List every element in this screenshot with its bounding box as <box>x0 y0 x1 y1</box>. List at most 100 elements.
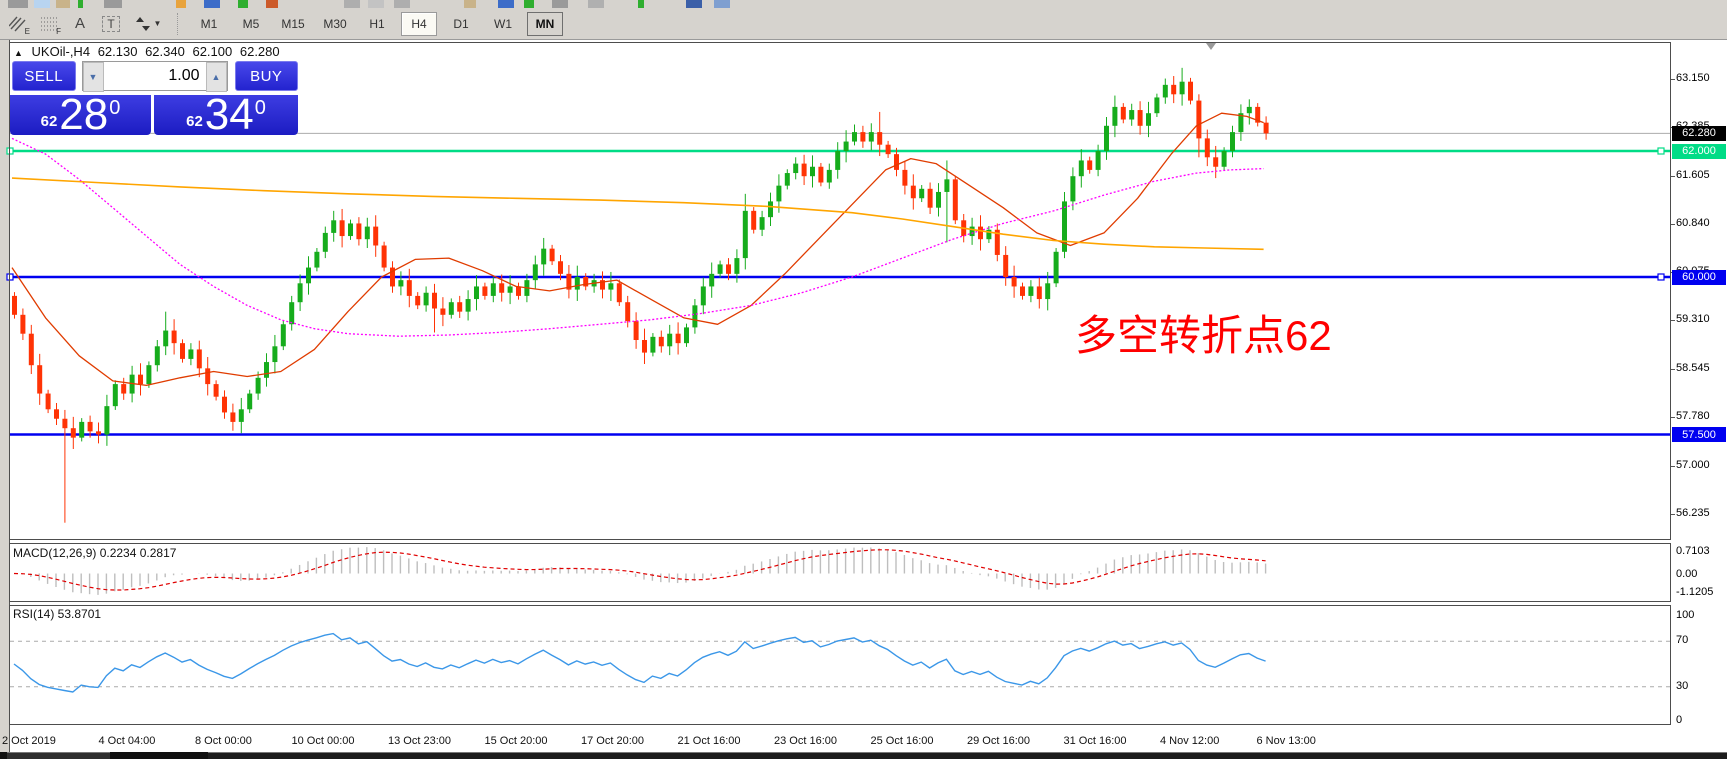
price-axis-tick <box>1671 224 1675 226</box>
sell-price-prefix: 62 <box>40 113 58 130</box>
sell-button[interactable]: SELL <box>12 61 76 91</box>
clipped-icon-fragment <box>204 0 220 8</box>
timeframe-button-mn[interactable]: MN <box>527 11 563 36</box>
time-axis-label: 15 Oct 20:00 <box>484 735 548 747</box>
price-axis-label: 61.605 <box>1676 168 1710 181</box>
time-axis-label: 21 Oct 16:00 <box>677 735 741 747</box>
macd-axis-label: -1.1205 <box>1676 586 1714 598</box>
mt4-application: E F A T ▼ M1 M5 M15 M30 H1 H4 D1 W1 MN ▲… <box>0 0 1727 759</box>
chart-shift-marker-icon[interactable] <box>1206 43 1216 50</box>
clipped-icon-fragment <box>344 0 360 8</box>
time-axis-label: 25 Oct 16:00 <box>870 735 934 747</box>
clipped-icon-fragment <box>238 0 248 8</box>
buy-button[interactable]: BUY <box>234 61 298 91</box>
clipped-icon-fragment <box>588 0 604 8</box>
timeframe-button-h1[interactable]: H1 <box>359 12 395 36</box>
bottom-bar-segment <box>7 752 110 759</box>
macd-axis-label: 0.00 <box>1676 567 1698 580</box>
dropdown-caret-icon: ▼ <box>153 19 162 28</box>
sell-price-sup: 0 <box>109 97 121 119</box>
price-axis-label: 57.000 <box>1676 459 1710 471</box>
clipped-icon-fragment <box>78 0 83 8</box>
time-axis-label: 4 Nov 12:00 <box>1160 735 1220 747</box>
time-axis-label: 23 Oct 16:00 <box>774 735 837 747</box>
toolbar-separator <box>177 12 179 35</box>
bottom-bar-segment <box>208 752 1727 759</box>
clipped-icon-fragment <box>266 0 278 8</box>
time-axis: 2 Oct 2019 4 Oct 04:00 8 Oct 00:00 10 Oct 0… <box>0 735 1727 752</box>
fibo-grid-icon[interactable]: F <box>36 12 62 36</box>
price-axis-tick <box>1671 466 1675 467</box>
timeframe-button-m15[interactable]: M15 <box>275 12 311 36</box>
price-axis-label: 58.545 <box>1676 361 1710 374</box>
time-axis-label: 29 Oct 16:00 <box>967 735 1030 747</box>
price-axis-label: 60.840 <box>1676 217 1710 230</box>
quote-close: 62.280 <box>239 44 280 59</box>
quote-header: ▲ UKOil-,H4 62.130 62.340 62.100 62.280 <box>14 44 284 59</box>
time-axis-label: 31 Oct 16:00 <box>1063 735 1127 747</box>
volume-increase-button[interactable]: ▲ <box>205 62 227 92</box>
volume-stepper: ▼ ▲ <box>81 61 228 92</box>
clipped-icon-fragment <box>368 0 384 8</box>
timeframe-button-group: M1 M5 M15 M30 H1 H4 D1 W1 MN <box>185 11 563 36</box>
price-axis-label: 57.780 <box>1676 409 1710 422</box>
rsi-indicator-label: RSI(14) 53.8701 <box>13 607 102 621</box>
trade-panel-top-row: SELL ▼ ▲ BUY <box>10 61 298 92</box>
price-axis-tick <box>1671 416 1675 418</box>
price-axis-tick <box>1671 368 1675 370</box>
macd-axis-label: 0.7103 <box>1676 545 1710 557</box>
sell-price-display[interactable]: 62 28 0 <box>10 90 151 139</box>
price-tag: 60.000 <box>1672 269 1726 285</box>
chart-window: ▲ UKOil-,H4 62.130 62.340 62.100 62.280 … <box>0 40 1727 752</box>
icon-glyph: T <box>102 15 120 32</box>
clipped-icon-fragment <box>552 0 568 8</box>
text-label-icon[interactable]: A <box>67 12 93 36</box>
text-box-icon[interactable]: T <box>98 12 124 36</box>
arrow-objects-icon[interactable]: ▼ <box>129 12 167 36</box>
buy-price-prefix: 62 <box>186 113 203 130</box>
time-axis-label: 4 Oct 04:00 <box>98 735 156 747</box>
buy-price-main: 34 <box>204 90 254 139</box>
quote-high: 62.340 <box>145 44 185 59</box>
rsi-axis-label: 30 <box>1676 679 1689 692</box>
timeframe-button-h4[interactable]: H4 <box>401 11 437 36</box>
timeframe-button-d1[interactable]: D1 <box>443 12 479 36</box>
rsi-axis-label: 100 <box>1676 609 1695 621</box>
clipped-icon-fragment <box>8 0 28 8</box>
clipped-icon-fragment <box>714 0 730 8</box>
price-axis-label: 63.150 <box>1676 71 1710 84</box>
price-axis-tick <box>1671 320 1675 322</box>
timeframe-button-w1[interactable]: W1 <box>485 12 521 36</box>
time-axis-label: 10 Oct 00:00 <box>291 735 355 747</box>
time-axis-label: 6 Nov 13:00 <box>1256 735 1316 747</box>
sell-price-main: 28 <box>59 90 109 139</box>
chart-toolbar: E F A T ▼ M1 M5 M15 M30 H1 H4 D1 W1 MN <box>0 8 1727 40</box>
icon-glyph: A <box>74 15 85 32</box>
chart-canvas[interactable] <box>0 40 1727 752</box>
volume-input[interactable] <box>103 62 206 90</box>
collapse-icon[interactable]: ▲ <box>14 48 23 58</box>
price-axis-tick <box>1671 78 1675 80</box>
equidistant-channel-icon[interactable]: E <box>5 12 31 36</box>
clipped-upper-toolbar <box>0 0 1727 8</box>
clipped-icon-fragment <box>524 0 534 8</box>
clipped-bottom-bar <box>0 752 1727 759</box>
quote-low: 62.100 <box>192 44 233 59</box>
clipped-icon-fragment <box>686 0 702 8</box>
volume-decrease-button[interactable]: ▼ <box>82 62 104 92</box>
timeframe-button-m1[interactable]: M1 <box>191 12 227 36</box>
clipped-icon-fragment <box>56 0 70 8</box>
buy-price-sup: 0 <box>254 97 266 119</box>
timeframe-button-m30[interactable]: M30 <box>317 12 353 36</box>
price-axis-tick <box>1671 175 1675 177</box>
time-axis-label: 17 Oct 20:00 <box>581 735 644 747</box>
price-tag: 62.280 <box>1672 125 1726 141</box>
price-axis-label: 56.235 <box>1676 507 1710 520</box>
timeframe-button-m5[interactable]: M5 <box>233 12 269 36</box>
chart-text-annotation: 多空转折点62 <box>1075 312 1332 359</box>
symbol-period: UKOil-,H4 <box>31 44 91 59</box>
buy-price-display[interactable]: 62 34 0 <box>154 90 298 139</box>
price-axis-tick <box>1671 514 1675 516</box>
rsi-axis-label: 0 <box>1676 714 1683 726</box>
quote-open: 62.130 <box>97 44 138 59</box>
